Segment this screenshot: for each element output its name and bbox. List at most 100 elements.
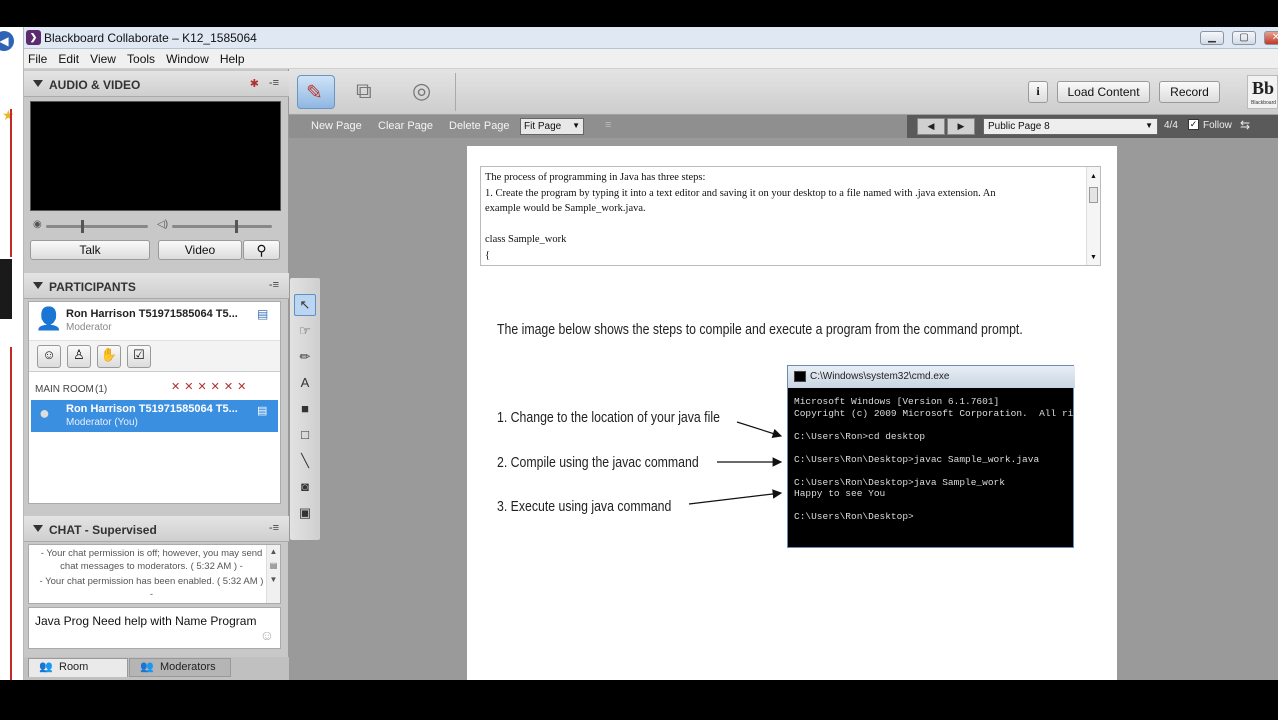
- application-window: ◀ ★ ❯ Blackboard Collaborate – K12_15850…: [0, 0, 1278, 720]
- favorite-star-icon[interactable]: ★: [2, 107, 15, 124]
- audio-setup-icon[interactable]: ✱: [250, 77, 259, 90]
- delete-page-link[interactable]: Delete Page: [449, 120, 510, 132]
- expand-arrows-icon[interactable]: ⇆: [1240, 118, 1250, 132]
- collapse-triangle-icon[interactable]: [33, 282, 43, 289]
- menu-window[interactable]: Window: [162, 49, 213, 66]
- webtour-permission-icon[interactable]: ✕: [237, 381, 250, 393]
- load-content-button[interactable]: Load Content: [1057, 81, 1150, 103]
- speaker-volume-handle[interactable]: [235, 220, 238, 233]
- collapse-triangle-icon[interactable]: [33, 80, 43, 87]
- chat-permission-icon[interactable]: ✕: [197, 381, 210, 393]
- menu-edit[interactable]: Edit: [54, 49, 83, 66]
- line-tool-icon[interactable]: ╲: [294, 450, 316, 472]
- edge-block: [0, 259, 12, 319]
- whiteboard-permission-icon[interactable]: ✕: [211, 381, 224, 393]
- participants-header[interactable]: PARTICIPANTS -≡: [24, 273, 289, 299]
- logo-text: Bb: [1252, 78, 1275, 98]
- app-share-mode-button[interactable]: ⧉: [350, 75, 388, 109]
- mic-volume-slider[interactable]: [46, 225, 148, 228]
- participants-box: 👤 Ron Harrison T51971585064 T5... Modera…: [28, 301, 281, 504]
- emoticon-picker-icon[interactable]: ☺: [260, 628, 274, 643]
- select-arrow-icon[interactable]: ↖: [294, 294, 316, 316]
- status-toolbar: ☺ ♙ ✋ ☑: [29, 340, 280, 372]
- page-nav-group: ◀ ▶ Public Page 8 ▼ 4/4 ✓ Follow ⇆: [907, 115, 1278, 138]
- participant-row[interactable]: ● Ron Harrison T51971585064 T5... Modera…: [31, 400, 278, 432]
- audio-video-title: AUDIO & VIDEO: [49, 78, 141, 92]
- filled-rectangle-icon[interactable]: ■: [294, 398, 316, 420]
- chat-message: - Your chat permission has been enabled.…: [39, 576, 264, 600]
- talk-button[interactable]: Talk: [30, 240, 150, 260]
- pencil-icon[interactable]: ✏: [294, 346, 316, 368]
- poll-response-icon[interactable]: ☑: [127, 345, 151, 368]
- step-away-icon[interactable]: ♙: [67, 345, 91, 368]
- chat-history[interactable]: - Your chat permission is off; however, …: [28, 544, 281, 604]
- emoticon-icon[interactable]: ☺: [37, 345, 61, 368]
- appshare-permission-icon[interactable]: ✕: [224, 381, 237, 393]
- window-title: Blackboard Collaborate – K12_1585064: [44, 31, 257, 45]
- tab-room[interactable]: 👥 Room: [28, 658, 128, 677]
- whiteboard-mode-button[interactable]: ✎: [297, 75, 335, 109]
- video-permission-icon[interactable]: ✕: [184, 381, 197, 393]
- room-count: (1): [95, 384, 108, 395]
- rectangle-icon[interactable]: □: [294, 424, 316, 446]
- current-user-card: 👤 Ron Harrison T51971585064 T5... Modera…: [29, 302, 280, 340]
- maximize-button[interactable]: ▢: [1232, 31, 1256, 45]
- arrow-step-3: [688, 489, 783, 505]
- whiteboard-page[interactable]: The process of programming in Java has t…: [467, 146, 1117, 680]
- close-button[interactable]: ✕: [1264, 31, 1278, 45]
- menu-view[interactable]: View: [86, 49, 120, 66]
- screen-capture-icon[interactable]: ◙: [294, 476, 316, 498]
- next-page-button[interactable]: ▶: [947, 118, 975, 135]
- hand-pointer-icon[interactable]: ☞: [294, 320, 316, 342]
- video-display: [30, 101, 281, 211]
- record-button[interactable]: Record: [1159, 81, 1220, 103]
- tab-moderators-label: Moderators: [160, 661, 216, 673]
- new-page-link[interactable]: New Page: [311, 120, 362, 132]
- page-options-icon[interactable]: ≡: [605, 119, 611, 131]
- chat-header[interactable]: CHAT - Supervised -≡: [24, 516, 289, 542]
- cmd-title: C:\Windows\system32\cmd.exe: [810, 371, 950, 382]
- back-arrow-icon[interactable]: ◀: [0, 31, 14, 51]
- audio-permission-icon[interactable]: ✕: [171, 381, 184, 393]
- toolbar-divider: [455, 73, 456, 111]
- menu-file[interactable]: File: [24, 49, 51, 66]
- previous-page-button[interactable]: ◀: [917, 118, 945, 135]
- chat-input-field[interactable]: Java Prog Need help with Name Program ☺: [28, 607, 281, 649]
- text-tool-icon[interactable]: A: [294, 372, 316, 394]
- participant-menu-icon[interactable]: ▤: [257, 404, 267, 417]
- participant-name: Ron Harrison T51971585064 T5...: [66, 403, 238, 415]
- audio-video-header[interactable]: AUDIO & VIDEO ✱ -≡: [24, 71, 289, 97]
- chat-bubble-icon[interactable]: ▤: [257, 307, 268, 321]
- app-share-icon: ⧉: [356, 78, 372, 103]
- minimize-button[interactable]: ▁: [1200, 31, 1224, 45]
- page-select-value: Public Page 8: [988, 121, 1050, 132]
- chat-input-text: Java Prog Need help with Name Program: [35, 614, 257, 628]
- tab-moderators[interactable]: 👥 Moderators: [129, 658, 231, 677]
- speaker-volume-slider[interactable]: [172, 225, 272, 228]
- video-button[interactable]: Video: [158, 240, 242, 260]
- page-select[interactable]: Public Page 8 ▼: [983, 118, 1158, 135]
- info-button[interactable]: i: [1028, 81, 1048, 103]
- zoom-select[interactable]: Fit Page ▼: [520, 118, 584, 135]
- menu-help[interactable]: Help: [216, 49, 249, 66]
- panel-menu-icon[interactable]: -≡: [269, 279, 279, 291]
- panel-menu-icon[interactable]: -≡: [269, 522, 279, 534]
- panel-menu-icon[interactable]: -≡: [269, 77, 279, 89]
- cmd-output: Microsoft Windows [Version 6.1.7601] Cop…: [794, 396, 1074, 522]
- video-preview-button[interactable]: ⚲: [243, 240, 280, 260]
- permission-icons: ✕✕✕✕✕✕: [171, 380, 250, 393]
- menu-bar: File Edit View Tools Window Help: [24, 49, 1278, 69]
- user-avatar-icon: ●: [39, 403, 50, 423]
- raise-hand-icon[interactable]: ✋: [97, 345, 121, 368]
- browser-edge: ◀ ★: [0, 27, 24, 697]
- menu-tools[interactable]: Tools: [123, 49, 159, 66]
- chat-scrollbar[interactable]: ▲ ▤ ▼: [266, 545, 280, 603]
- clear-page-link[interactable]: Clear Page: [378, 120, 433, 132]
- web-tour-icon: ◎: [412, 78, 432, 103]
- collaborate-app-icon: ❯: [26, 30, 41, 45]
- web-tour-mode-button[interactable]: ◎: [406, 75, 444, 109]
- collapse-triangle-icon[interactable]: [33, 525, 43, 532]
- follow-checkbox[interactable]: ✓: [1188, 119, 1199, 130]
- clip-art-icon[interactable]: ▣: [294, 502, 316, 524]
- mic-volume-handle[interactable]: [81, 220, 84, 233]
